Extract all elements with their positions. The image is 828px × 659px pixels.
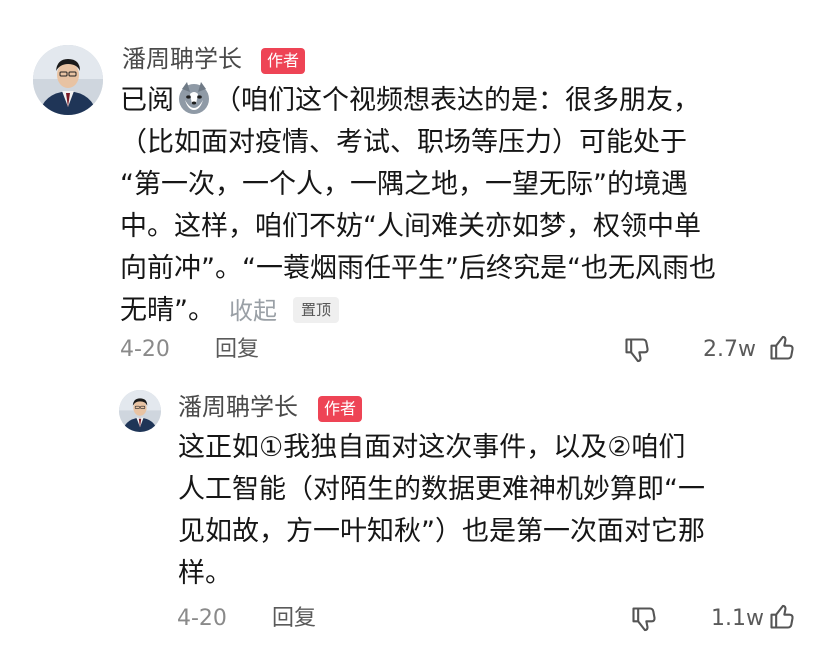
comment-line: “第一次，一个人，一隅之地，一望无际”的境遇 bbox=[120, 169, 688, 200]
reply-line: 人工智能（对陌生的数据更难神机妙算即“一 bbox=[178, 474, 705, 505]
like-count: 1.1w bbox=[711, 606, 764, 631]
comment-line: 向前冲”。“一蓑烟雨任平生”后终究是“也无风雨也 bbox=[120, 253, 716, 284]
like-count: 2.7w bbox=[703, 337, 756, 362]
reply-date: 4-20 bbox=[177, 606, 227, 631]
reply-avatar[interactable] bbox=[119, 390, 161, 432]
comment-line: 无晴”。 收起 置顶 bbox=[120, 290, 716, 332]
pinned-badge: 置顶 bbox=[293, 297, 340, 323]
thumbs-down-icon[interactable] bbox=[623, 336, 651, 364]
avatar[interactable] bbox=[33, 45, 103, 115]
thumbs-up-icon[interactable] bbox=[768, 603, 796, 631]
reply-username[interactable]: 潘周聃学长 bbox=[178, 395, 298, 419]
thumbs-down-icon[interactable] bbox=[630, 605, 658, 633]
comment-line: （比如面对疫情、考试、职场等压力）可能处于 bbox=[120, 127, 687, 158]
comment-username[interactable]: 潘周聃学长 bbox=[122, 47, 242, 71]
comment-thread: 潘周聃学长 作者 已阅 （咱们这个视频想表达的是：很多朋友， （比如面对疫情、考… bbox=[0, 0, 828, 659]
comment-date: 4-20 bbox=[120, 337, 170, 362]
collapse-button[interactable]: 收起 bbox=[229, 297, 277, 325]
husky-dog-emoji-icon bbox=[176, 80, 212, 116]
author-badge: 作者 bbox=[318, 396, 363, 422]
author-badge: 作者 bbox=[261, 48, 306, 74]
reply-line: 样。 bbox=[178, 558, 232, 589]
reply-text: 这正如①我独自面对这次事件，以及②咱们 人工智能（对陌生的数据更难神机妙算即“一… bbox=[178, 427, 705, 595]
comment-text: 已阅 （咱们这个视频想表达的是：很多朋友， （比如面对疫情、考试、职场等压力）可… bbox=[120, 80, 716, 332]
reply-line: 这正如①我独自面对这次事件，以及②咱们 bbox=[178, 432, 686, 463]
comment-line: 已阅 （咱们这个视频想表达的是：很多朋友， bbox=[120, 80, 716, 122]
reply-button[interactable]: 回复 bbox=[215, 339, 259, 361]
comment-line: 中。这样，咱们不妨“人间难关亦如梦，权领中单 bbox=[120, 211, 701, 242]
thumbs-up-icon[interactable] bbox=[768, 334, 796, 362]
reply-line: 见如故，方一叶知秋”）也是第一次面对它那 bbox=[178, 516, 705, 547]
reply-button[interactable]: 回复 bbox=[272, 608, 316, 630]
